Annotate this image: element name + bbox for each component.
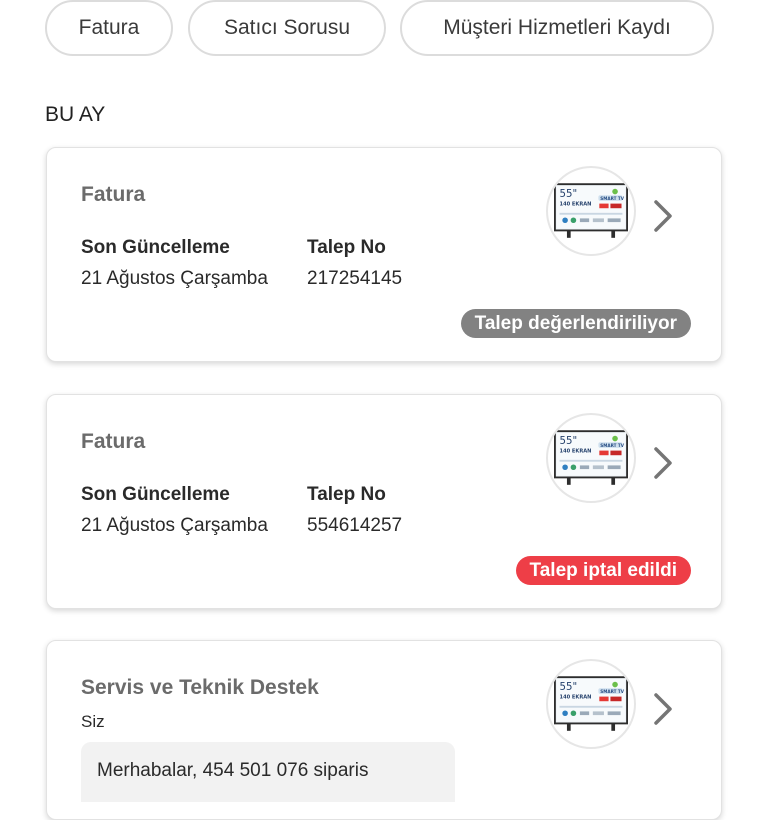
tv-product-icon — [554, 428, 628, 488]
request-no-value: 554614257 — [307, 515, 403, 536]
product-thumbnail — [546, 413, 636, 503]
status-badge: Talep değerlendiriliyor — [460, 309, 691, 338]
product-thumbnail — [546, 659, 636, 749]
tv-product-icon — [554, 181, 628, 241]
updated-date: 21 Ağustos Çarşamba — [81, 268, 268, 289]
request-card[interactable]: Servis ve Teknik Destek Siz Merhabalar, … — [46, 640, 722, 820]
filter-chip-label: Fatura — [78, 16, 140, 39]
filter-chip-label: Satıcı Sorusu — [223, 16, 351, 39]
request-no-value: 217254145 — [307, 268, 403, 289]
request-category: Fatura — [81, 183, 146, 206]
chevron-right-icon[interactable] — [651, 445, 675, 481]
message-bubble: Merhabalar, 454 501 076 siparis — [81, 742, 455, 802]
request-category: Servis ve Teknik Destek — [81, 676, 319, 699]
status-badge: Talep iptal edildi — [515, 556, 691, 585]
filter-chip-fatura[interactable]: Fatura — [45, 0, 173, 56]
updated-label: Son Güncelleme — [81, 484, 230, 505]
chevron-right-icon[interactable] — [651, 198, 675, 234]
request-card[interactable]: Fatura Son Güncelleme Talep No 21 Ağusto… — [46, 147, 722, 362]
message-author: Siz — [81, 712, 105, 731]
chevron-right-icon[interactable] — [651, 691, 675, 727]
message-text: Merhabalar, 454 501 076 siparis — [97, 760, 369, 781]
filter-chip-musteri-hizmetleri[interactable]: Müşteri Hizmetleri Kaydı — [400, 0, 714, 56]
section-title: BU AY — [45, 103, 106, 126]
filter-chip-label: Müşteri Hizmetleri Kaydı — [443, 16, 671, 39]
request-card[interactable]: Fatura Son Güncelleme Talep No 21 Ağusto… — [46, 394, 722, 609]
updated-date: 21 Ağustos Çarşamba — [81, 515, 268, 536]
request-no-label: Talep No — [307, 484, 386, 505]
request-no-label: Talep No — [307, 237, 386, 258]
tv-product-icon — [554, 674, 628, 734]
product-thumbnail — [546, 166, 636, 256]
updated-label: Son Güncelleme — [81, 237, 230, 258]
filter-chip-satici-sorusu[interactable]: Satıcı Sorusu — [188, 0, 386, 56]
request-category: Fatura — [81, 430, 146, 453]
